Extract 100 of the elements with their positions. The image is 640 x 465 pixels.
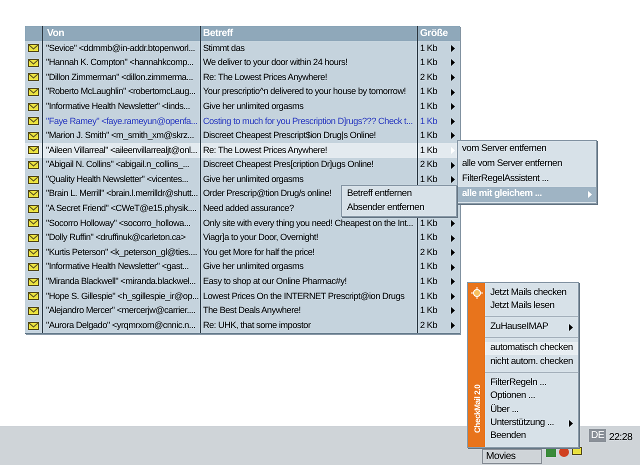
mail-row[interactable]: "Informative Health Newsletter" <linds... Give her unlimited orgasms 1 Kb (25, 99, 460, 114)
subject-text: Need added assurance? (203, 202, 294, 216)
size-text: 2 Kb (420, 159, 438, 170)
envelope-icon (28, 292, 39, 300)
menu-item[interactable]: Über ... (485, 403, 578, 416)
sender-text: "Informative Health Newsletter" <linds... (46, 100, 190, 113)
mail-row[interactable]: "Miranda Blackwell" <miranda.blackwel... Easy to shop at our Online Pharmac#y! 1 Kb (25, 274, 460, 290)
size-text: 1 Kb (420, 305, 438, 316)
envelope-icon (28, 234, 39, 242)
sun-icon (470, 287, 483, 299)
size-text: 1 Kb (420, 42, 438, 53)
size-text: 2 Kb (420, 72, 438, 82)
mail-row[interactable]: "Roberto McLaughlin" <robertomcLaug... Your prescriptio^n delivered to your house by tomorrow! 1 Kb (25, 84, 460, 100)
mail-row[interactable]: "Alejandro Mercer" <mercerjw@carrier.... The Best Deals Anywhere! 1 Kb (25, 304, 460, 318)
subject-text: Re: UHK, that some impostor (203, 318, 311, 332)
menu-item[interactable]: nicht autom. checken (485, 355, 578, 368)
mail-row[interactable]: "Dillon Zimmerman" <dillon.zimmerma... Re: The Lowest Prices Anywhere! 2 Kb (25, 70, 460, 85)
menu-item[interactable]: Unterstützung ... (485, 416, 578, 430)
mail-row[interactable]: "Hope S. Gillespie" <h_sgillespie_ir@op... Lowest Prices On the INTERNET Prescript@ion Drugs 1 Kb (25, 289, 460, 304)
size-text: 1 Kb (420, 116, 438, 126)
sender-text: "Dillon Zimmerman" <dillon.zimmerma... (46, 70, 193, 84)
arrow-icon (569, 420, 573, 427)
mail-row[interactable]: "Kurtis Peterson" <k_peterson_gl@ties.... You get More for half the price! 2 Kb (25, 245, 460, 260)
subject-text: Discreet Cheapest Pres[cription Dr]ugs Online! (203, 158, 374, 172)
envelope-icon (28, 176, 39, 184)
size-text: 1 Kb (420, 290, 438, 301)
sender-text: "Socorro Holloway" <socorro_hollowa... (46, 216, 190, 230)
brand-text: CheckMail 2.0 (472, 384, 483, 433)
mail-row[interactable]: "Dolly Ruffin" <druffinuk@carleton.ca> Viagr]a to your Door, Overnight! 1 Kb (25, 230, 460, 246)
sender-text: "Faye Ramey" <faye.rameyun@openfa... (46, 114, 198, 128)
subject-text: Easy to shop at our Online Pharmac#y! (203, 275, 347, 288)
sender-text: "A Secret Friend" <CWeT@e15.physik.... (46, 202, 196, 216)
menu-item[interactable]: Absender entfernen (342, 201, 456, 215)
menu-item[interactable]: automatisch checken (485, 342, 578, 356)
size-text: 1 Kb (420, 57, 438, 68)
envelope-icon (28, 73, 39, 82)
size-text: 2 Kb (420, 320, 438, 330)
envelope-icon (28, 161, 39, 170)
menu-item[interactable]: alle vom Server entfernen (458, 157, 596, 172)
size-text: 1 Kb (420, 144, 438, 155)
subject-text: Re: The Lowest Prices Anywhere! (203, 70, 328, 84)
envelope-icon (28, 219, 39, 228)
sender-text: "Alejandro Mercer" <mercerjw@carrier.... (46, 304, 196, 318)
sender-text: "Informative Health Newsletter" <gast... (46, 260, 189, 274)
menu-item[interactable]: Betreff entfernen (342, 187, 456, 201)
clock: 22:28 (609, 431, 632, 445)
subject-text: Re: The Lowest Prices Anywhere! (203, 144, 328, 157)
size-text: 1 Kb (420, 261, 438, 272)
taskbar-button[interactable]: Movies (482, 449, 542, 464)
sender-text: "Hope S. Gillespie" <h_sgillespie_ir@op... (46, 290, 199, 303)
subject-text: Discreet Cheapest Prescript$ion Drug|s Online! (203, 129, 376, 142)
sender-text: "Abigail N. Collins" <abigail.n_collins_... (46, 158, 190, 172)
sender-text: "Roberto McLaughlin" <robertomcLaug... (46, 85, 196, 98)
menu-item[interactable]: FilterRegelAssistent ... (458, 172, 596, 187)
size-text: 1 Kb (420, 218, 438, 228)
sender-text: "Kurtis Peterson" <k_peterson_gl@ties.... (46, 246, 198, 259)
subject-text: You get More for half the price! (203, 246, 315, 259)
arrow-icon (569, 324, 573, 331)
menu-item[interactable]: ZuHauseIMAP (485, 320, 578, 334)
menu-item[interactable]: Beenden (485, 430, 578, 443)
mail-row[interactable]: "Faye Ramey" <faye.rameyun@openfa... Costing to much for you Prescription D]rugs??? Check t... 1 Kb (25, 114, 460, 129)
envelope-icon (28, 278, 39, 286)
envelope-icon (28, 132, 39, 140)
menu-item[interactable]: FilterRegeln ... (485, 376, 578, 390)
sender-text: "Brain L. Merrill" <brain.l.merrilldr@shutt... (46, 187, 198, 200)
subject-text: Only site with every thing you need! Cheapest on the Int... (203, 216, 413, 230)
envelope-icon (28, 117, 39, 126)
subject-text: Your prescriptio^n delivered to your house by tomorrow! (203, 85, 406, 98)
subject-text: Order Prescrip@tion Drug/s online! (203, 187, 332, 200)
envelope-icon (28, 263, 39, 272)
mail-row[interactable]: "Informative Health Newsletter" <gast... Give her unlimited orgasms 1 Kb (25, 260, 460, 274)
envelope-icon (28, 248, 39, 257)
sender-text: "Aurora Delgado" <yrqmrxom@cnnic.n... (46, 318, 196, 332)
subject-text: Stimmt das (203, 42, 245, 55)
mail-row[interactable]: "Abigail N. Collins" <abigail.n_collins_... Discreet Cheapest Pres[cription Dr]ugs Online! 2 Kb (25, 158, 460, 172)
envelope-icon (28, 322, 39, 330)
subject-text: Viagr]a to your Door, Overnight! (203, 231, 318, 244)
sender-text: "Aileen Villarreal" <aileenvillarrealjt@onl... (46, 144, 198, 157)
mail-row[interactable]: "Aileen Villarreal" <aileenvillarrealjt@onl... Re: The Lowest Prices Anywhere! 1 Kb (25, 143, 460, 158)
sender-text: "Sevice" <ddmmb@in-addr.btopenworl... (46, 42, 195, 55)
envelope-icon (28, 306, 39, 315)
mail-row[interactable]: "Sevice" <ddmmb@in-addr.btopenworl... Stimmt das 1 Kb (25, 41, 460, 56)
mail-row[interactable]: "Hannah K. Compton" <hannahkcomp... We deliver to your door within 24 hours! 1 Kb (25, 56, 460, 70)
menu-item[interactable]: Jetzt Mails lesen (485, 299, 578, 313)
mail-row[interactable]: "Aurora Delgado" <yrqmrxom@cnnic.n... Re: UHK, that some impostor 2 Kb (25, 318, 460, 333)
size-text: 1 Kb (420, 276, 438, 286)
menu-item[interactable]: vom Server entfernen (458, 142, 596, 157)
sender-text: "Hannah K. Compton" <hannahkcomp... (46, 56, 194, 70)
size-text: 2 Kb (420, 246, 438, 257)
subject-text: Give her unlimited orgasms (203, 172, 304, 186)
arrow-icon (588, 191, 592, 198)
subject-text: Give her unlimited orgasms (203, 100, 304, 113)
subject-text: Lowest Prices On the INTERNET Prescript@ion Drugs (203, 290, 404, 303)
size-text: 1 Kb (420, 86, 438, 96)
menu-item[interactable]: Jetzt Mails checken (485, 286, 578, 300)
size-text: 1 Kb (420, 174, 438, 184)
envelope-icon (28, 44, 39, 52)
subject-text: Give her unlimited orgasms (203, 260, 304, 274)
menu-item[interactable]: Optionen ... (485, 390, 578, 404)
size-text: 1 Kb (420, 100, 438, 111)
